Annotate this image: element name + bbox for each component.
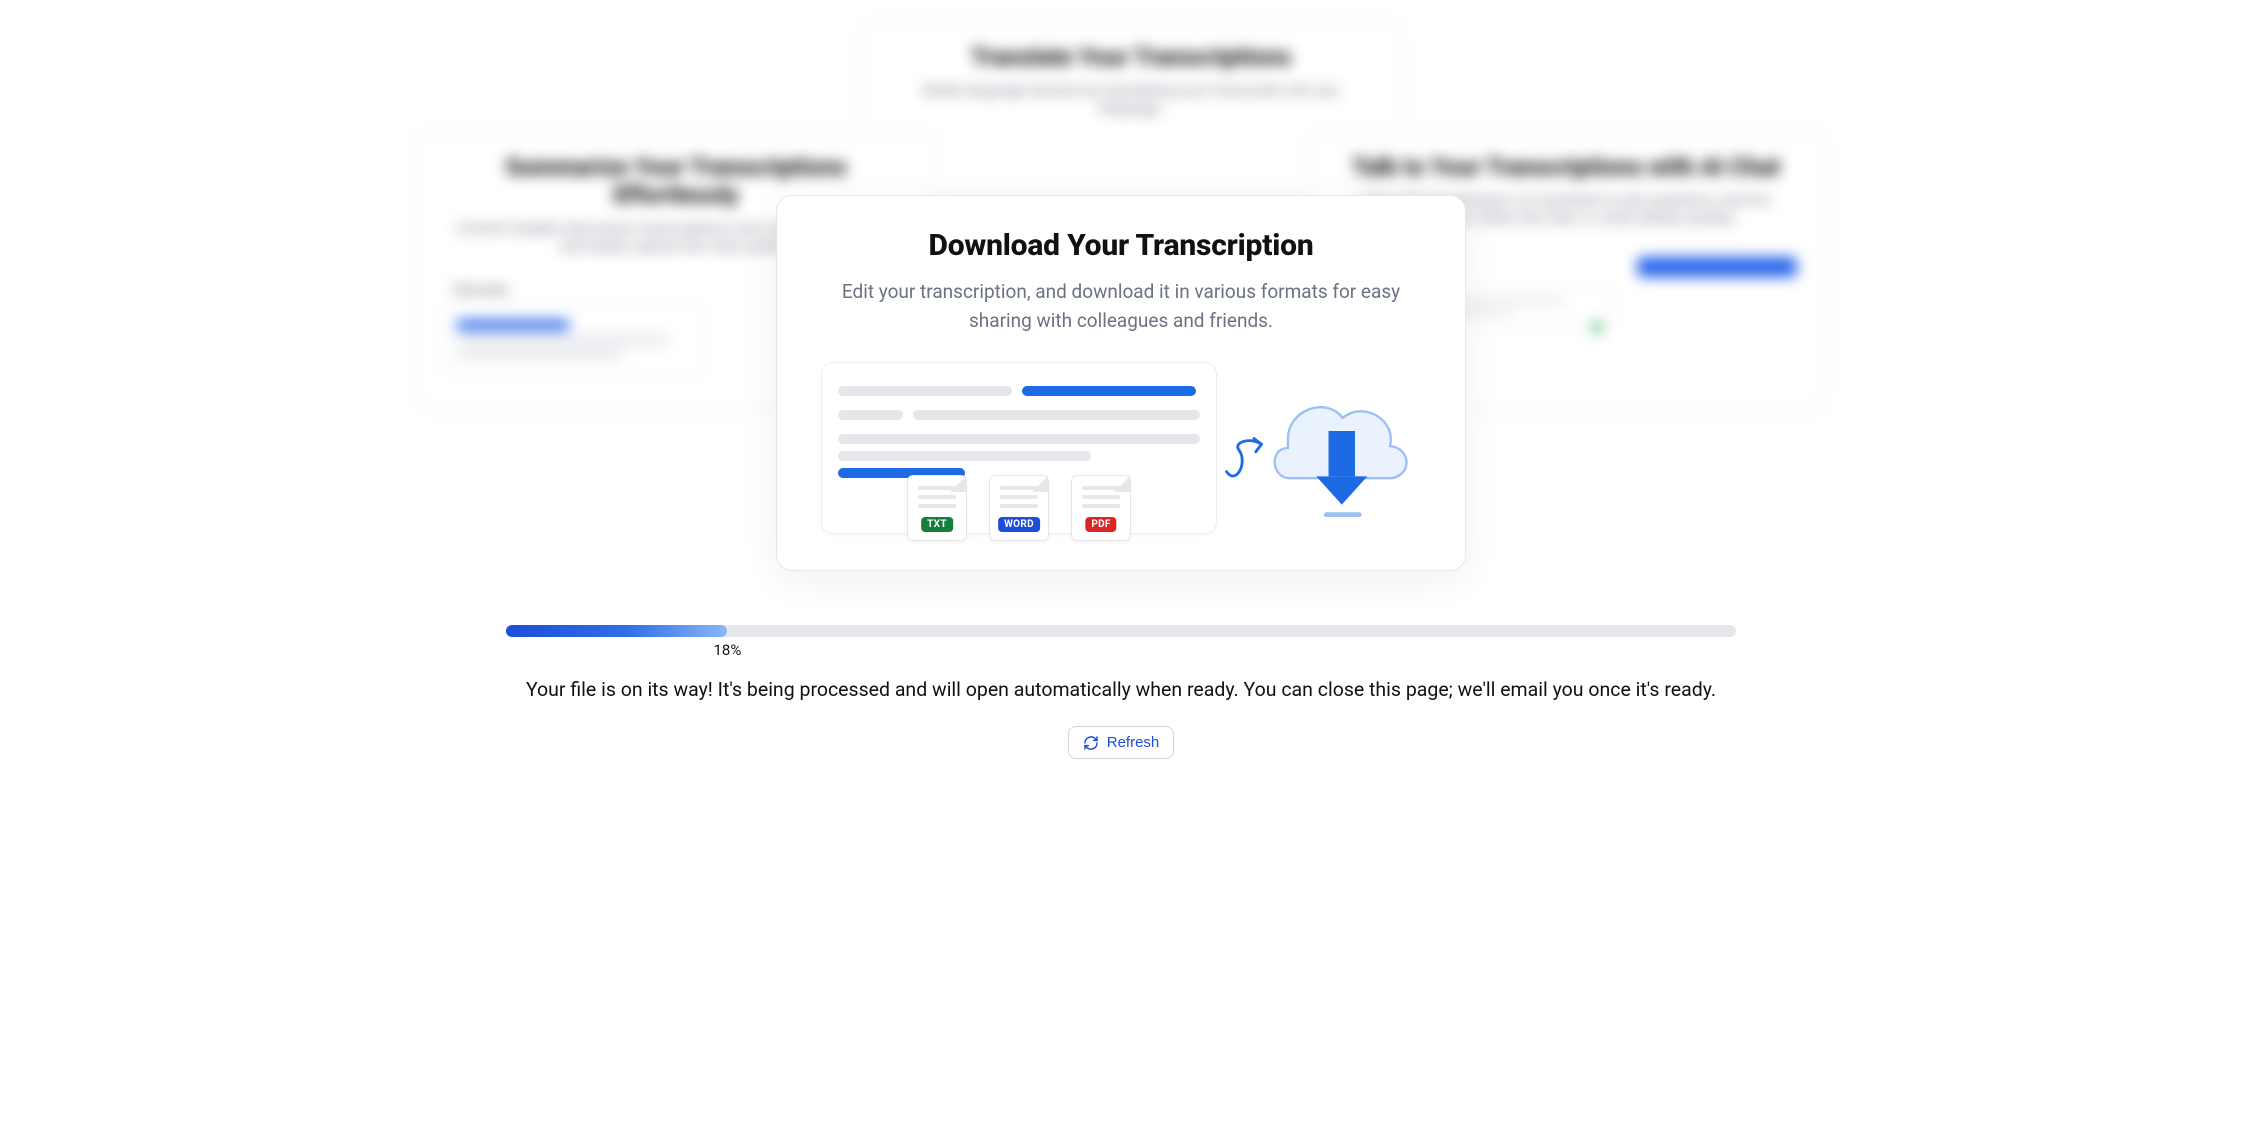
download-card: Download Your Transcription Edit your tr… [776, 195, 1466, 571]
refresh-button-label: Refresh [1107, 734, 1160, 751]
badge-word: WORD [998, 517, 1040, 532]
bg-card-chat-title: Talk to Your Transcriptions with AI Chat [1335, 153, 1797, 181]
refresh-icon [1083, 735, 1099, 751]
bg-card-translate-title: Translate Your Transcriptions [890, 43, 1372, 71]
badge-txt: TXT [921, 517, 953, 532]
progress-area: 18% Your file is on its way! It's being … [506, 625, 1736, 759]
download-card-title: Download Your Transcription [821, 228, 1421, 263]
bg-summarize-mini-box [445, 304, 705, 376]
page-stage: Translate Your Transcriptions Break lang… [341, 0, 1901, 790]
download-card-desc: Edit your transcription, and download it… [821, 277, 1421, 336]
badge-pdf: PDF [1085, 517, 1116, 532]
download-illustration: TXT WORD PDF [821, 362, 1421, 534]
progress-bar: 18% [506, 625, 1736, 637]
file-txt: TXT [907, 475, 967, 541]
progress-fill [506, 625, 727, 637]
bg-card-translate-desc: Break language barriers by translating y… [890, 81, 1372, 117]
refresh-button[interactable]: Refresh [1068, 726, 1175, 759]
cloud-download-icon [1221, 363, 1421, 533]
progress-label: 18% [713, 641, 741, 659]
file-word: WORD [989, 475, 1049, 541]
document-preview: TXT WORD PDF [821, 362, 1217, 534]
file-format-badges: TXT WORD PDF [822, 475, 1216, 541]
processing-status-text: Your file is on its way! It's being proc… [506, 675, 1736, 704]
file-pdf: PDF [1071, 475, 1131, 541]
